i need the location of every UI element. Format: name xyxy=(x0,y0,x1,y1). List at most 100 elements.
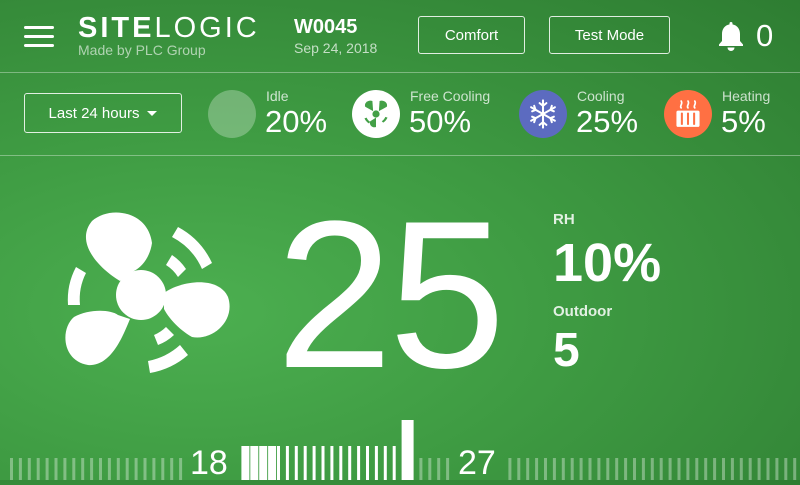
stat-label: Cooling xyxy=(577,88,625,104)
scale-tick xyxy=(784,458,788,480)
scale-tick xyxy=(410,458,414,480)
setpoint-scale[interactable]: 18 27 xyxy=(0,418,800,482)
scale-tick xyxy=(54,458,58,480)
scale-tick xyxy=(134,458,138,480)
maker-label: Made by PLC Group xyxy=(78,42,206,58)
menu-icon[interactable] xyxy=(24,26,54,48)
scale-tick xyxy=(294,446,298,480)
scale-tick xyxy=(116,458,120,480)
scale-tick xyxy=(686,458,690,480)
scale-tick xyxy=(544,458,547,480)
test-mode-button[interactable]: Test Mode xyxy=(549,16,670,54)
comfort-button[interactable]: Comfort xyxy=(418,16,525,54)
scale-tick xyxy=(695,458,699,480)
scale-tick xyxy=(321,446,325,480)
scale-tick xyxy=(597,458,601,480)
bell-icon[interactable] xyxy=(716,20,746,52)
scale-tick xyxy=(641,458,645,480)
scale-low-label: 18 xyxy=(190,444,228,482)
top-bar: SITELOGIC Made by PLC Group W0045 Sep 24… xyxy=(0,0,800,73)
snowflake-icon xyxy=(519,90,567,138)
scale-tick xyxy=(606,458,610,480)
scale-tick xyxy=(170,458,174,480)
scale-tick xyxy=(383,446,387,480)
scale-tick xyxy=(552,458,556,480)
scale-tick xyxy=(659,458,663,480)
stat-label: Free Cooling xyxy=(410,88,491,104)
scale-tick xyxy=(579,458,583,480)
scale-tick xyxy=(36,458,40,480)
scale-tick xyxy=(99,458,102,480)
scale-tick xyxy=(677,458,681,480)
site-date: Sep 24, 2018 xyxy=(294,40,378,56)
stat-label: Heating xyxy=(722,88,771,104)
scale-tick xyxy=(152,458,156,480)
scale-tick xyxy=(161,458,165,480)
scale-tick xyxy=(63,458,67,480)
scale-tick xyxy=(339,446,343,480)
scale-tick xyxy=(250,446,259,480)
scale-tick xyxy=(374,446,378,480)
stat-label: Idle xyxy=(266,88,289,104)
temperature-value: 25 xyxy=(276,177,506,412)
scale-tick xyxy=(268,446,277,480)
scale-tick xyxy=(81,458,85,480)
idle-icon xyxy=(208,90,256,138)
scale-tick xyxy=(561,458,565,480)
scale-tick xyxy=(739,458,743,480)
scale-tick xyxy=(179,458,183,480)
stat-percent: 25% xyxy=(576,104,639,139)
scale-tick xyxy=(259,446,268,480)
stat-percent: 20% xyxy=(265,104,328,139)
stats-bar: Last 24 hours Idle 20% Free Cooling 50% xyxy=(0,73,800,156)
scale-tick xyxy=(419,458,423,480)
scale-tick xyxy=(775,458,779,480)
scale-tick xyxy=(748,458,752,480)
scale-tick xyxy=(241,446,250,480)
scale-tick xyxy=(18,458,22,480)
scale-tick xyxy=(722,458,725,480)
app-logo: SITELOGIC xyxy=(78,12,260,44)
rh-value: 10% xyxy=(553,233,662,293)
caret-down-icon xyxy=(147,110,158,116)
rh-label: RH xyxy=(553,211,575,228)
scale-tick xyxy=(10,458,13,480)
scale-tick xyxy=(713,458,717,480)
scale-tick xyxy=(392,446,396,480)
scale-tick xyxy=(668,458,672,480)
scale-tick xyxy=(348,446,352,480)
notification-count: 0 xyxy=(756,18,774,53)
range-label: Last 24 hours xyxy=(48,104,140,122)
scale-tick xyxy=(125,458,129,480)
site-id: W0045 xyxy=(294,16,358,38)
scale-tick xyxy=(633,458,636,480)
scale-tick xyxy=(90,458,94,480)
scale-tick xyxy=(27,458,31,480)
scale-tick xyxy=(508,458,512,480)
stat-percent: 5% xyxy=(721,104,766,139)
scale-tick xyxy=(526,458,530,480)
outdoor-label: Outdoor xyxy=(553,303,613,320)
scale-tick xyxy=(303,446,307,480)
heater-icon xyxy=(664,90,712,138)
scale-high-label: 27 xyxy=(458,444,496,482)
scale-tick xyxy=(428,458,432,480)
scale-tick xyxy=(45,458,49,480)
scale-tick xyxy=(72,458,76,480)
scale-tick xyxy=(143,458,147,480)
scale-tick xyxy=(285,446,289,480)
scale-tick xyxy=(312,446,316,480)
scale-tick xyxy=(330,446,334,480)
scale-tick xyxy=(615,458,619,480)
stat-percent: 50% xyxy=(409,104,472,139)
scale-tick xyxy=(766,458,770,480)
scale-tick xyxy=(357,446,361,480)
fan-icon xyxy=(65,212,230,373)
scale-tick xyxy=(704,458,708,480)
scale-tick xyxy=(437,458,441,480)
scale-tick xyxy=(588,458,592,480)
range-dropdown[interactable]: Last 24 hours xyxy=(24,93,182,133)
scale-tick xyxy=(650,458,654,480)
outdoor-value: 5 xyxy=(553,324,580,377)
scale-ticks xyxy=(10,420,797,480)
